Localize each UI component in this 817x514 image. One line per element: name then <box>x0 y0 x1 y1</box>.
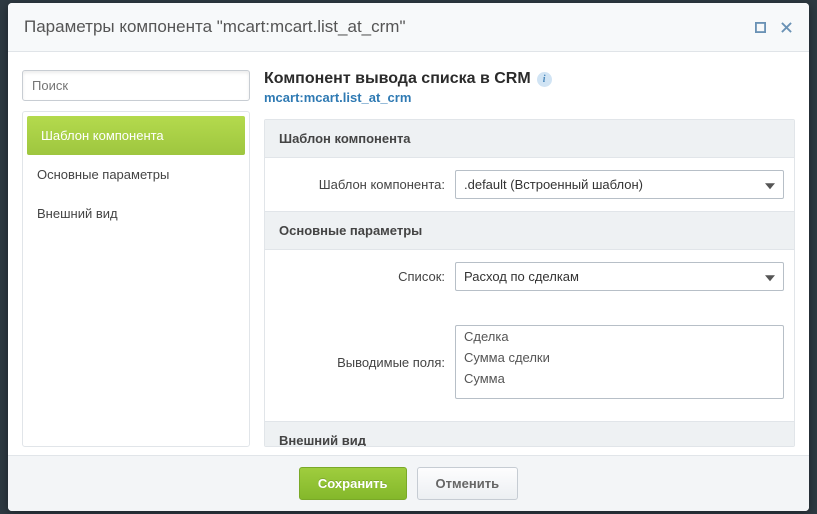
section-head-basic: Основные параметры <box>265 211 794 250</box>
cancel-button[interactable]: Отменить <box>417 467 519 500</box>
save-button[interactable]: Сохранить <box>299 467 407 500</box>
component-title-row: Компонент вывода списка в CRM i <box>264 70 795 88</box>
field-label-list: Список: <box>275 269 455 284</box>
main-panel: Компонент вывода списка в CRM i mcart:mc… <box>264 70 795 447</box>
list-item[interactable]: Сумма сделки <box>456 347 783 368</box>
sidebar-nav: Шаблон компонента Основные параметры Вне… <box>22 111 250 447</box>
field-label-columns: Выводимые поля: <box>275 355 455 370</box>
sidebar-spacer <box>23 233 249 446</box>
sidebar: Шаблон компонента Основные параметры Вне… <box>22 70 250 447</box>
field-label-template: Шаблон компонента: <box>275 177 455 192</box>
search-input[interactable] <box>22 70 250 101</box>
field-row-template: Шаблон компонента: .default (Встроенный … <box>265 158 794 211</box>
list-item[interactable]: Сумма <box>456 368 783 389</box>
section-head-appearance: Внешний вид <box>265 421 794 447</box>
sidebar-item-appearance[interactable]: Внешний вид <box>23 194 249 233</box>
sidebar-item-template[interactable]: Шаблон компонента <box>27 116 245 155</box>
info-icon[interactable]: i <box>537 72 552 87</box>
close-icon[interactable] <box>779 20 793 34</box>
list-select[interactable]: Расход по сделкам <box>455 262 784 291</box>
sidebar-item-basic[interactable]: Основные параметры <box>23 155 249 194</box>
columns-listbox[interactable]: Сделка Сумма сделки Сумма <box>455 325 784 399</box>
dialog: Параметры компонента "mcart:mcart.list_a… <box>8 3 809 511</box>
maximize-icon[interactable] <box>753 20 767 34</box>
footer: Сохранить Отменить <box>8 455 809 511</box>
template-select[interactable]: .default (Встроенный шаблон) <box>455 170 784 199</box>
section-head-template: Шаблон компонента <box>265 120 794 158</box>
component-title: Компонент вывода списка в CRM <box>264 70 531 88</box>
list-item[interactable]: Сделка <box>456 326 783 347</box>
titlebar: Параметры компонента "mcart:mcart.list_a… <box>8 3 809 52</box>
dialog-title: Параметры компонента "mcart:mcart.list_a… <box>24 17 741 37</box>
dialog-body: Шаблон компонента Основные параметры Вне… <box>8 52 809 455</box>
field-row-columns: Выводимые поля: Сделка Сумма сделки Сумм… <box>265 303 794 421</box>
component-id: mcart:mcart.list_at_crm <box>264 90 795 105</box>
form-scroll[interactable]: Шаблон компонента Шаблон компонента: .de… <box>264 119 795 447</box>
field-row-list: Список: Расход по сделкам <box>265 250 794 303</box>
